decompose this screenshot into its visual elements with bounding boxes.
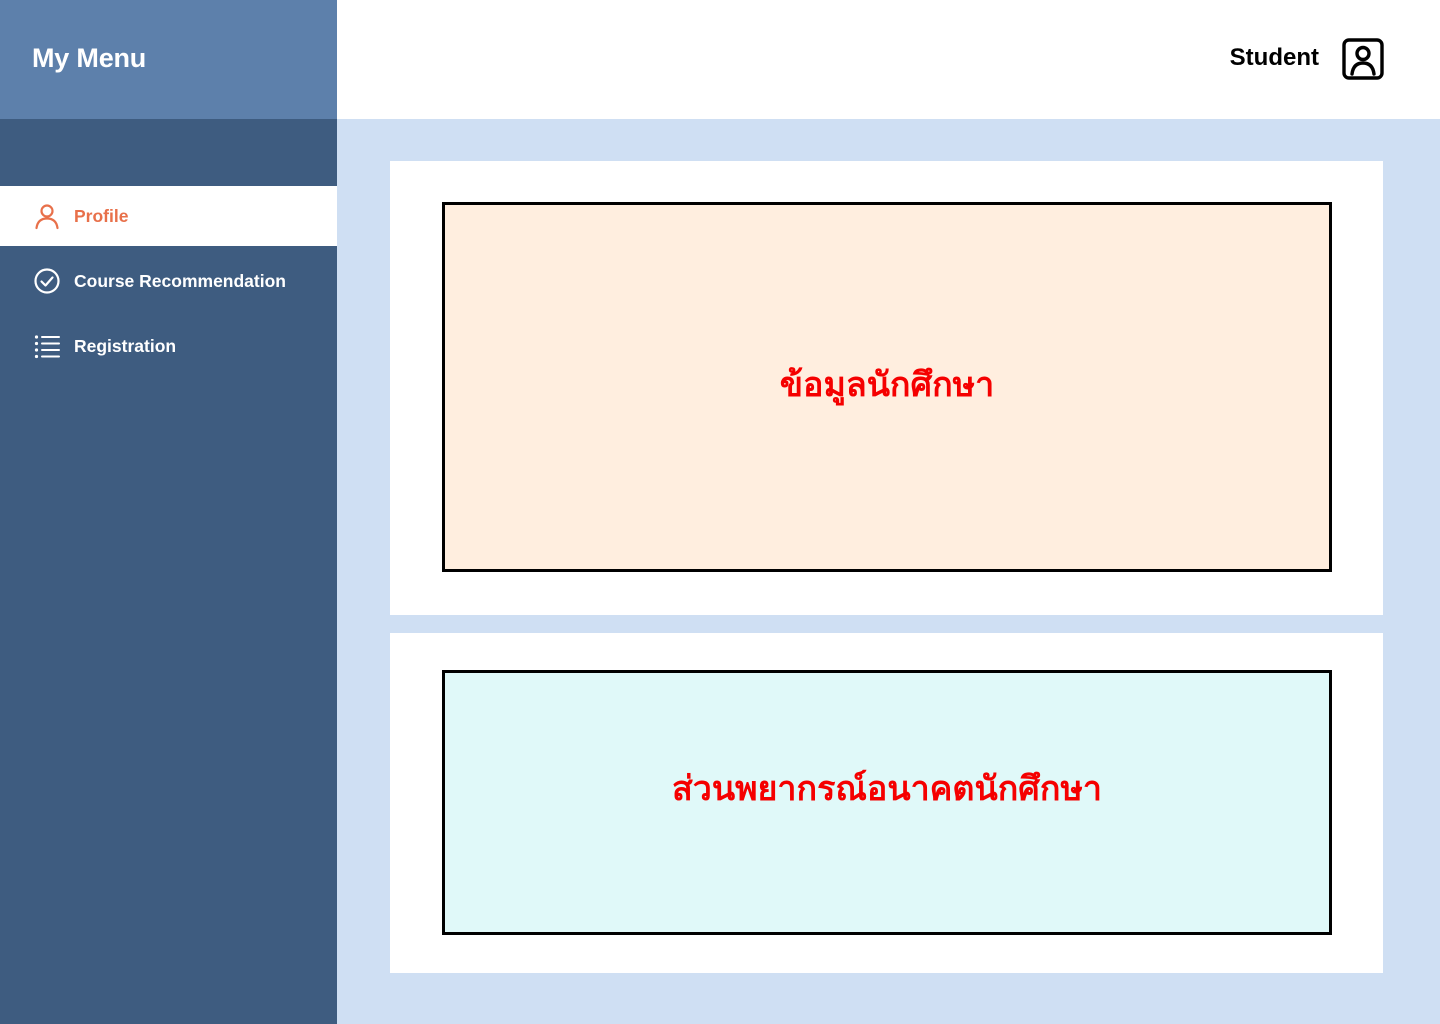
sidebar-item-label: Profile: [74, 205, 129, 226]
student-forecast-box: ส่วนพยากรณ์อนาคตนักศึกษา: [442, 670, 1332, 935]
user-icon: [33, 202, 61, 230]
sidebar-item-label: Registration: [74, 335, 177, 356]
sidebar-title: My Menu: [32, 43, 147, 73]
sidebar-nav: Profile Course Recommendation Registrati…: [0, 186, 337, 381]
check-circle-icon: [33, 267, 61, 295]
user-role-label: Student: [1229, 44, 1319, 71]
list-icon: [33, 332, 61, 360]
sidebar-item-label: Course Recommendation: [74, 270, 286, 291]
sidebar: My Menu Profile Course Recommendation Re…: [0, 0, 337, 1024]
student-forecast-title: ส่วนพยากรณ์อนาคตนักศึกษา: [672, 769, 1102, 808]
student-forecast-panel: ส่วนพยากรณ์อนาคตนักศึกษา: [390, 633, 1383, 973]
student-info-panel: ข้อมูลนักศึกษา: [390, 161, 1383, 615]
top-bar: Student: [337, 0, 1440, 119]
sidebar-item-profile[interactable]: Profile: [0, 186, 337, 246]
student-info-box: ข้อมูลนักศึกษา: [442, 202, 1332, 572]
sidebar-item-registration[interactable]: Registration: [0, 316, 337, 376]
account-icon[interactable]: [1342, 38, 1384, 80]
sidebar-header: My Menu: [0, 0, 337, 119]
sidebar-item-course-recommendation[interactable]: Course Recommendation: [0, 251, 337, 311]
student-info-title: ข้อมูลนักศึกษา: [779, 366, 995, 404]
